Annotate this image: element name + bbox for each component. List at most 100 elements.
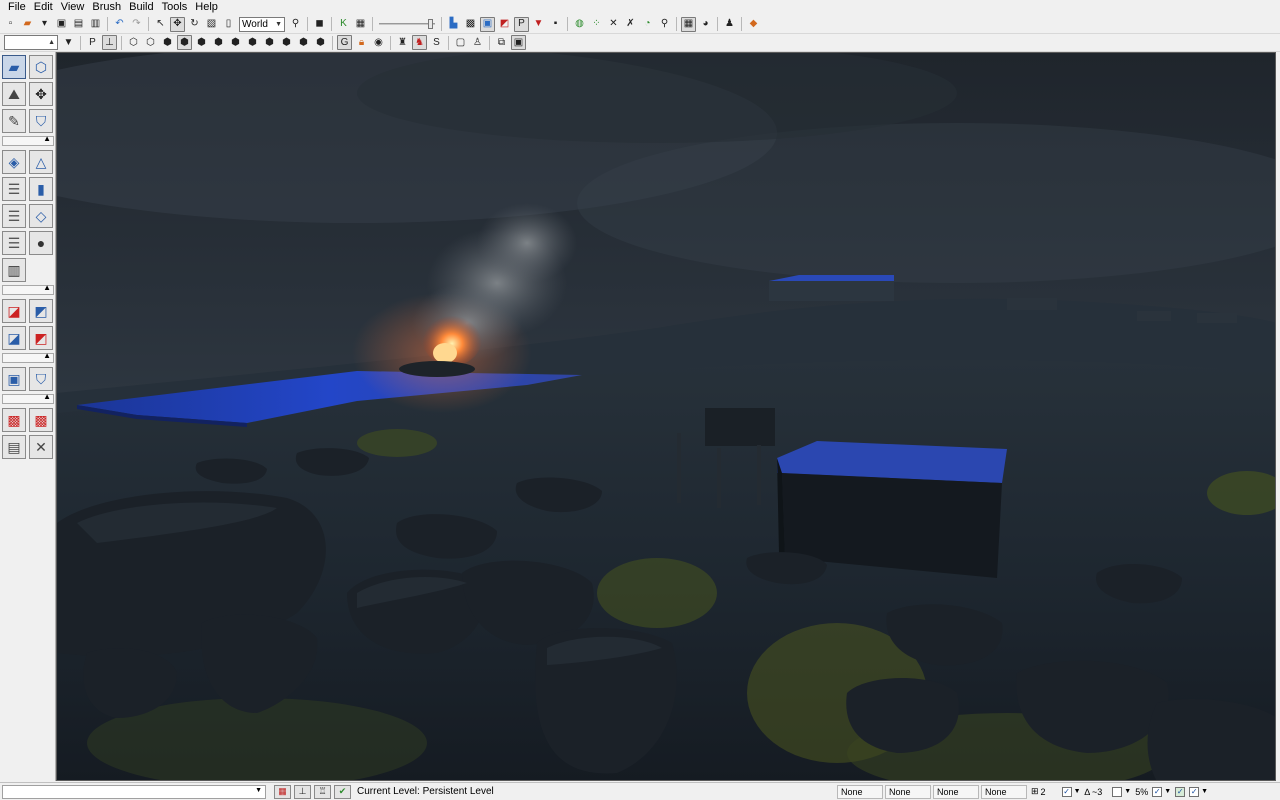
autosave-icon[interactable]: ◔	[640, 17, 655, 32]
shader-complexity-icon[interactable]: ⬢	[262, 35, 277, 50]
streaming-icon[interactable]: ♞	[412, 35, 427, 50]
wireframe-icon[interactable]: ⬡	[143, 35, 158, 50]
grid-snap-toggle[interactable]: ✓ ▼	[1061, 786, 1081, 797]
drag-grid-slider[interactable]	[379, 18, 435, 30]
pivot-icon[interactable]: ♖	[314, 784, 331, 799]
lock-icon[interactable]: 🔒︎	[354, 35, 369, 50]
lightmap-density-icon[interactable]: ⬢	[279, 35, 294, 50]
matinee-icon[interactable]: ◼	[312, 17, 327, 32]
eye-icon[interactable]: ◉	[371, 35, 386, 50]
save-as-icon[interactable]: ▤	[71, 17, 86, 32]
texture-align-icon[interactable]: ✎	[2, 109, 26, 133]
command-input[interactable]: ▼	[2, 784, 266, 799]
cone-brush-icon[interactable]: △	[29, 150, 53, 174]
lit-icon[interactable]: ⬢	[177, 35, 192, 50]
coordinate-system-select[interactable]: World ▼	[239, 16, 285, 32]
add-special-brush-icon[interactable]: ▣	[2, 367, 26, 391]
menu-file[interactable]: File	[4, 1, 30, 14]
curved-stair-brush-icon[interactable]: ☰	[2, 177, 26, 201]
new-file-icon[interactable]: ▫	[3, 17, 18, 32]
rotation-snap-setting[interactable]: ∆ ~3	[1085, 787, 1103, 797]
drag-grid-setting[interactable]: ⊞ 2	[1031, 786, 1046, 797]
camera-bookmark-select[interactable]: ▲	[4, 35, 58, 50]
open-dropdown-icon[interactable]: ▾	[37, 17, 52, 32]
play-console-icon[interactable]: ▪	[548, 17, 563, 32]
redo-icon[interactable]: ↷	[129, 17, 144, 32]
play-in-editor-icon[interactable]: ◍	[572, 17, 587, 32]
sheet-brush-icon[interactable]: ◇	[29, 204, 53, 228]
menu-view[interactable]: View	[57, 1, 89, 14]
select-section-header[interactable]: ▲	[2, 392, 54, 404]
light-complexity-icon[interactable]: ⬢	[228, 35, 243, 50]
sphere-brush-icon[interactable]: ●	[29, 231, 53, 255]
realtime-preview-icon[interactable]: ◕	[698, 17, 713, 32]
translate-snap-icon[interactable]: ⊥	[294, 784, 311, 799]
content-browser-icon[interactable]: ▦	[353, 17, 368, 32]
volumetric-brush-icon[interactable]: ▥	[2, 258, 26, 282]
lighting-only-lightmap-icon[interactable]: ⬢	[296, 35, 311, 50]
translate-mode-icon[interactable]: ✥	[170, 16, 185, 32]
menu-build[interactable]: Build	[125, 1, 157, 14]
perspective-view-icon[interactable]: P	[85, 35, 100, 50]
csg-intersect-icon[interactable]: ◪	[2, 326, 26, 350]
menu-tools[interactable]: Tools	[158, 1, 192, 14]
rotate-mode-icon[interactable]: ↻	[187, 17, 202, 32]
build-geometry-icon[interactable]: ▙	[446, 17, 461, 32]
top-view-icon[interactable]: ⊥	[102, 35, 117, 50]
static-mesh-mode-icon[interactable]: ✥	[29, 82, 53, 106]
maximize-viewport-icon[interactable]: ▢	[453, 35, 468, 50]
3d-viewport[interactable]	[56, 52, 1276, 781]
linear-stair-brush-icon[interactable]: ☰	[2, 204, 26, 228]
link-ortho-icon[interactable]: ⧉	[494, 35, 509, 50]
cylinder-brush-icon[interactable]: ▮	[29, 177, 53, 201]
unreal-frontend-icon[interactable]: ◆	[746, 17, 761, 32]
camera-icon[interactable]: ♙	[470, 35, 485, 50]
build-paths-icon[interactable]: ▣	[480, 16, 495, 32]
reflections-icon[interactable]: ⬢	[313, 35, 328, 50]
stamp-icon[interactable]: ♟	[722, 17, 737, 32]
play-in-viewport-icon[interactable]: ⁘	[589, 17, 604, 32]
menu-brush[interactable]: Brush	[88, 1, 125, 14]
camera-mode-icon[interactable]: ▰	[2, 55, 26, 79]
menu-help[interactable]: Help	[191, 1, 222, 14]
geometry-mode-icon[interactable]: ⬡	[29, 55, 53, 79]
detail-lighting-icon[interactable]: ⬢	[194, 35, 209, 50]
csg-add-icon[interactable]: ◪	[2, 299, 26, 323]
slider-thumb[interactable]	[428, 19, 433, 29]
build-all-icon[interactable]: P	[514, 16, 529, 32]
hide-selected-icon[interactable]: ▩	[29, 408, 53, 432]
show-selected-icon[interactable]: ▩	[2, 408, 26, 432]
scale-mode-icon[interactable]: ▧	[204, 17, 219, 32]
realtime-icon[interactable]: ♜	[395, 35, 410, 50]
extra-toggle[interactable]: ✓ ▼	[1189, 786, 1208, 797]
scale-nonuniform-icon[interactable]: ▯	[221, 17, 236, 32]
volumes-section-header[interactable]: ▲	[2, 351, 54, 363]
checkbox[interactable]: ✓	[1061, 786, 1072, 797]
autosave-icon[interactable]: ✓	[1175, 786, 1186, 797]
rotation-snap-icon[interactable]: ✗	[623, 17, 638, 32]
checkbox[interactable]	[1112, 786, 1123, 797]
checkbox[interactable]: ✓	[1152, 786, 1163, 797]
brushes-section-header[interactable]: ▲	[2, 134, 54, 146]
brush-wireframe-icon[interactable]: ⬡	[126, 35, 141, 50]
find-actors-icon[interactable]: ⚲	[288, 17, 303, 32]
drag-grid-toggle-icon[interactable]: ▦	[274, 784, 291, 799]
show-all-icon[interactable]: ✕	[29, 435, 53, 459]
csg-subtract-icon[interactable]: ◩	[29, 299, 53, 323]
search-icon[interactable]: ⚲	[657, 17, 672, 32]
play-level-icon[interactable]: ▼	[531, 17, 546, 32]
save-all-icon[interactable]: ▥	[88, 17, 103, 32]
fullscreen-icon[interactable]: ▣	[511, 35, 526, 50]
build-lighting-icon[interactable]: ▩	[463, 17, 478, 32]
cube-brush-icon[interactable]: ◈	[2, 150, 26, 174]
add-volume-icon[interactable]: ⛉	[29, 367, 53, 391]
csg-section-header[interactable]: ▲	[2, 283, 54, 295]
viewport-menu-dropdown-icon[interactable]: ▼	[61, 35, 76, 50]
autosave-toggle[interactable]: ✓	[1175, 786, 1186, 797]
open-folder-icon[interactable]: ▰	[20, 17, 35, 32]
game-view-icon[interactable]: G	[337, 35, 352, 50]
select-mode-icon[interactable]: ↖	[153, 17, 168, 32]
mesh-paint-icon[interactable]: ⛉	[29, 109, 53, 133]
scale-snap-toggle[interactable]: ✓ ▼	[1152, 786, 1171, 797]
build-cover-icon[interactable]: ◩	[497, 17, 512, 32]
